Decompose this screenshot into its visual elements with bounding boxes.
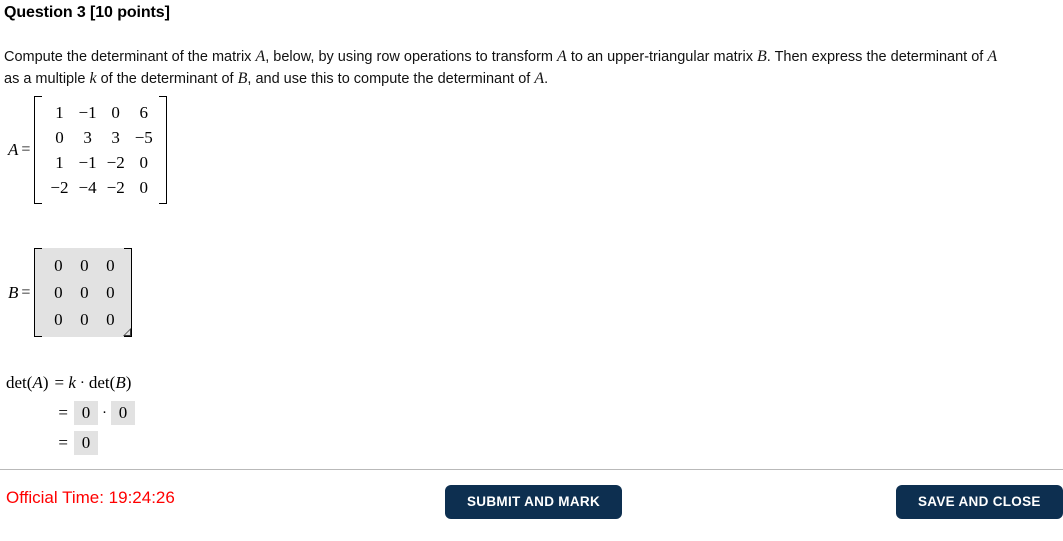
matrix-cell: −2 — [106, 153, 125, 172]
footer-divider — [0, 469, 1063, 470]
matrix-cell-input[interactable]: 0 — [45, 279, 71, 306]
det-close-paren-1: ) — [42, 373, 49, 392]
prompt-text-5: as a multiple — [4, 71, 90, 87]
matrix-cell: 3 — [83, 128, 92, 147]
matrix-a-equals: = — [21, 141, 31, 158]
matrix-cell: 0 — [139, 178, 149, 197]
official-time-label: Official Time: 19:24:26 — [6, 488, 175, 507]
matrix-row: 1 −1 −2 0 — [45, 150, 157, 175]
prompt-text-4: . Then express the determinant of — [766, 49, 988, 65]
math-var-a-3: A — [987, 48, 998, 65]
matrix-cell: 0 — [111, 103, 120, 122]
matrix-a-label: A — [8, 140, 19, 159]
multiplication-dot-2: · — [102, 404, 107, 421]
question-prompt: Compute the determinant of the matrix A,… — [4, 46, 1004, 90]
matrix-b-answer: B = 000000000 — [8, 248, 133, 337]
matrix-cell-input[interactable]: 0 — [45, 306, 71, 333]
matrix-a-brackets: 1 −1 0 6 0 3 3 −5 1 −1 −2 0 −2 −4 −2 0 — [34, 96, 168, 204]
submit-and-mark-button[interactable]: SUBMIT AND MARK — [445, 485, 622, 519]
k-value-input[interactable]: 0 — [74, 401, 98, 425]
determinant-line-1: det(A) = k · det(B) — [6, 368, 135, 398]
math-var-k: k — [89, 70, 97, 87]
k-symbol: k — [68, 373, 76, 392]
matrix-cell: −1 — [78, 103, 97, 122]
math-var-a-2: A — [557, 48, 567, 65]
determinant-line-1-rhs: = k · det(B) — [55, 373, 132, 393]
matrix-cell: 6 — [139, 103, 149, 122]
matrix-b-label: B — [8, 282, 19, 302]
det-close-paren-2: ) — [125, 373, 132, 392]
matrix-cell-input[interactable]: 0 — [97, 252, 123, 279]
equals-sign-3: = — [58, 433, 68, 452]
matrix-cell: −2 — [106, 178, 125, 197]
matrix-row[interactable]: 000 — [45, 279, 123, 306]
prompt-text-7: , and use this to compute the determinan… — [247, 71, 535, 87]
math-var-b-2: B — [237, 70, 248, 87]
prompt-text-3: to an upper-triangular matrix — [566, 49, 757, 65]
matrix-cell: 1 — [55, 153, 64, 172]
matrix-cell-input[interactable]: 0 — [71, 306, 97, 333]
matrix-row: 0 3 3 −5 — [45, 125, 157, 150]
prompt-text-8: . — [544, 71, 549, 87]
matrix-b-equals: = — [21, 283, 31, 301]
matrix-row[interactable]: 000 — [45, 252, 123, 279]
prompt-text-1: Compute the determinant of the matrix — [4, 49, 256, 65]
determinant-line-3-rhs: 0 — [74, 431, 98, 455]
matrix-row: −2 −4 −2 0 — [45, 175, 157, 200]
matrix-cell-input[interactable]: 0 — [71, 279, 97, 306]
matrix-row[interactable]: 000 — [45, 306, 123, 333]
matrix-b-table[interactable]: 000000000 — [45, 252, 123, 333]
determinant-line-1-lead: det(A) — [6, 373, 49, 393]
det-function-label-1: det( — [6, 373, 33, 392]
det-arg-a: A — [32, 373, 43, 392]
matrix-row: 1 −1 0 6 — [45, 100, 157, 125]
determinant-line-3: = 0 — [6, 428, 135, 458]
matrix-a-display: A = 1 −1 0 6 0 3 3 −5 1 −1 −2 0 −2 −4 −2 0 — [8, 96, 168, 204]
save-and-close-button[interactable]: SAVE AND CLOSE — [896, 485, 1063, 519]
matrix-cell: 0 — [55, 128, 64, 147]
matrix-b-input[interactable]: 000000000 — [34, 248, 133, 337]
matrix-cell: −4 — [78, 178, 97, 197]
resize-grip-icon[interactable] — [122, 327, 132, 336]
prompt-text-2: , below, by using row operations to tran… — [265, 49, 558, 65]
det-a-value-input[interactable]: 0 — [74, 431, 98, 455]
matrix-a-table: 1 −1 0 6 0 3 3 −5 1 −1 −2 0 −2 −4 −2 0 — [45, 100, 157, 200]
determinant-equations: det(A) = k · det(B) = 0 · 0 = 0 — [6, 368, 135, 458]
determinant-line-2-rhs: 0 · 0 — [74, 401, 135, 425]
math-var-a-1: A — [255, 48, 266, 65]
det-function-label-2: det( — [88, 373, 116, 392]
matrix-cell: −1 — [78, 153, 97, 172]
equals-sign-2: = — [58, 403, 68, 422]
matrix-cell-input[interactable]: 0 — [97, 279, 123, 306]
matrix-cell: 1 — [55, 103, 64, 122]
page-title: Question 3 [10 points] — [4, 4, 170, 21]
matrix-cell-input[interactable]: 0 — [45, 252, 71, 279]
matrix-cell: −2 — [50, 178, 69, 197]
matrix-cell-input[interactable]: 0 — [97, 306, 123, 333]
math-var-b-1: B — [757, 48, 767, 65]
prompt-text-6: of the determinant of — [96, 71, 238, 87]
math-var-a-4: A — [534, 70, 545, 87]
multiplication-dot-1: · — [79, 374, 85, 391]
matrix-cell-input[interactable]: 0 — [71, 252, 97, 279]
determinant-line-2: = 0 · 0 — [6, 398, 135, 428]
equals-sign-1: = — [54, 373, 65, 392]
matrix-cell: 3 — [111, 128, 120, 147]
matrix-cell: −5 — [134, 128, 153, 147]
matrix-cell: 0 — [139, 153, 149, 172]
det-b-value-input[interactable]: 0 — [111, 401, 135, 425]
det-arg-b: B — [115, 373, 126, 392]
